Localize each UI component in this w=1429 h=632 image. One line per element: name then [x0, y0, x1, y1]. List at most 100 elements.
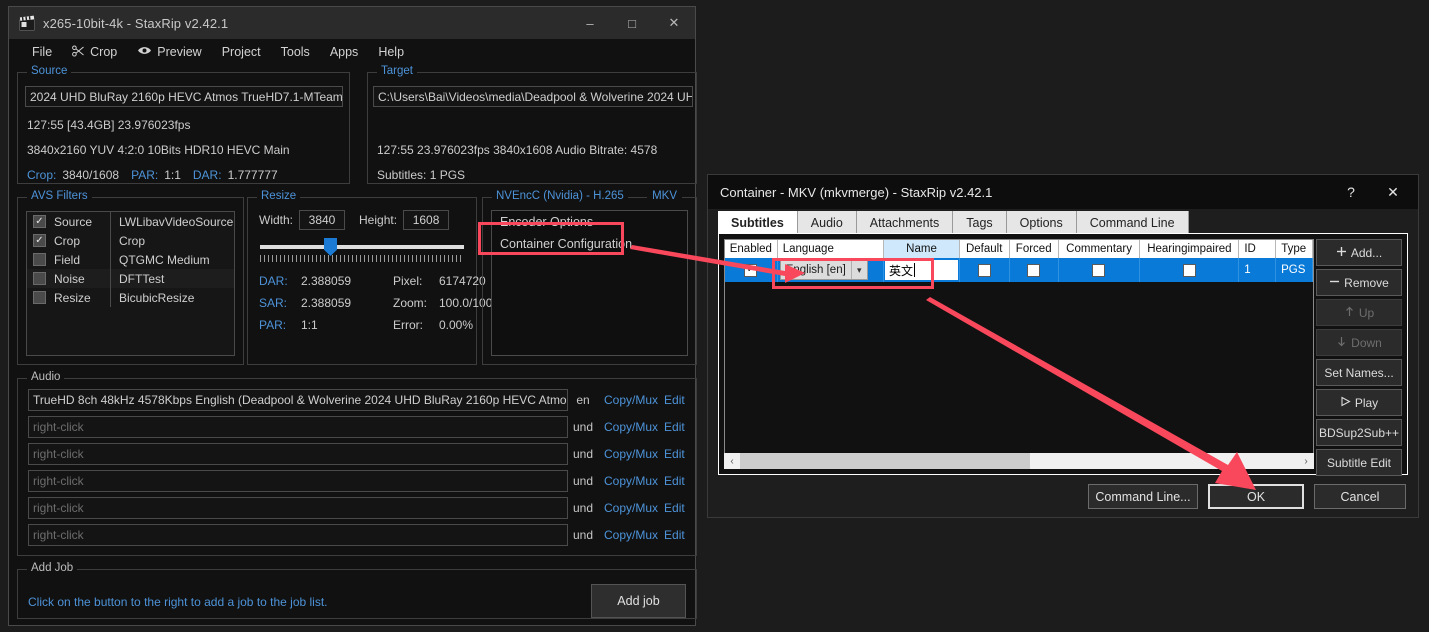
column-header-name[interactable]: Name: [884, 240, 959, 258]
resize-slider-thumb[interactable]: [324, 238, 337, 256]
cell-forced[interactable]: [1010, 258, 1059, 282]
audio-edit-link[interactable]: Edit: [664, 474, 685, 488]
avs-checkbox-noise[interactable]: [33, 272, 46, 285]
horizontal-scrollbar[interactable]: ‹ ›: [724, 453, 1314, 469]
audio-edit-link[interactable]: Edit: [664, 420, 685, 434]
close-button[interactable]: ✕: [653, 7, 695, 39]
avs-filter-row-source[interactable]: ✓ Source LWLibavVideoSource: [27, 212, 234, 231]
ok-button[interactable]: OK: [1208, 484, 1304, 509]
column-header-id[interactable]: ID: [1239, 240, 1276, 258]
cell-name[interactable]: 英文: [884, 258, 960, 282]
name-input[interactable]: 英文: [885, 260, 958, 280]
menu-item-tools[interactable]: Tools: [272, 42, 319, 62]
hearingimpaired-checkbox[interactable]: [1183, 264, 1196, 277]
command-line-button[interactable]: Command Line...: [1088, 484, 1198, 509]
column-header-type[interactable]: Type: [1276, 240, 1313, 258]
avs-filters-list[interactable]: ✓ Source LWLibavVideoSource ✓ Crop Crop …: [26, 211, 235, 356]
enabled-checkbox[interactable]: ✓: [744, 264, 757, 277]
menu-item-preview[interactable]: Preview: [128, 42, 210, 62]
audio-copymux-link[interactable]: Copy/Mux: [604, 501, 658, 515]
cell-enabled[interactable]: ✓: [725, 258, 778, 282]
audio-edit-link[interactable]: Edit: [664, 393, 685, 407]
tab-command-line[interactable]: Command Line: [1077, 211, 1189, 234]
table-row[interactable]: ✓ English [en] ▾ 英文: [725, 258, 1313, 282]
audio-track-field[interactable]: right-click: [28, 524, 568, 546]
menu-item-help[interactable]: Help: [369, 42, 413, 62]
cell-language[interactable]: English [en] ▾: [778, 258, 884, 282]
up-button[interactable]: Up: [1316, 299, 1402, 326]
height-input[interactable]: 1608: [403, 210, 449, 230]
width-input[interactable]: 3840: [299, 210, 345, 230]
audio-edit-link[interactable]: Edit: [664, 447, 685, 461]
commentary-checkbox[interactable]: [1092, 264, 1105, 277]
column-header-default[interactable]: Default: [960, 240, 1010, 258]
cell-commentary[interactable]: [1059, 258, 1141, 282]
encoder-options-list[interactable]: Encoder Options Container Configuration: [491, 210, 688, 356]
column-header-forced[interactable]: Forced: [1010, 240, 1059, 258]
add-button[interactable]: Add...: [1316, 239, 1402, 266]
set-names-button[interactable]: Set Names...: [1316, 359, 1402, 386]
subtitle-edit-button[interactable]: Subtitle Edit: [1316, 449, 1402, 476]
tab-subtitles[interactable]: Subtitles: [718, 211, 798, 234]
tab-tags[interactable]: Tags: [953, 211, 1006, 234]
avs-filter-row-field[interactable]: Field QTGMC Medium: [27, 250, 234, 269]
bdsup2sub-button[interactable]: BDSup2Sub++: [1316, 419, 1402, 446]
column-header-language[interactable]: Language: [778, 240, 885, 258]
cell-type[interactable]: PGS: [1276, 258, 1313, 282]
remove-button[interactable]: Remove: [1316, 269, 1402, 296]
add-job-button[interactable]: Add job: [591, 584, 686, 618]
subtitles-grid[interactable]: Enabled Language Name Default Forced Com…: [724, 239, 1314, 469]
audio-edit-link[interactable]: Edit: [664, 528, 685, 542]
audio-copymux-link[interactable]: Copy/Mux: [604, 447, 658, 461]
dialog-close-button[interactable]: ✕: [1372, 175, 1414, 209]
tab-attachments[interactable]: Attachments: [857, 211, 953, 234]
audio-track-field[interactable]: TrueHD 8ch 48kHz 4578Kbps English (Deadp…: [28, 389, 568, 411]
help-button[interactable]: ?: [1330, 175, 1372, 209]
target-path-field[interactable]: C:\Users\Bai\Videos\media\Deadpool & Wol…: [373, 86, 693, 107]
avs-filter-row-noise[interactable]: Noise DFTTest: [27, 269, 234, 288]
audio-track-field[interactable]: right-click: [28, 416, 568, 438]
audio-track-field[interactable]: right-click: [28, 443, 568, 465]
maximize-button[interactable]: □: [611, 7, 653, 39]
audio-copymux-link[interactable]: Copy/Mux: [604, 393, 658, 407]
audio-copymux-link[interactable]: Copy/Mux: [604, 420, 658, 434]
audio-track-field[interactable]: right-click: [28, 497, 568, 519]
cell-id[interactable]: 1: [1239, 258, 1276, 282]
source-file-field[interactable]: 2024 UHD BluRay 2160p HEVC Atmos TrueHD7…: [25, 86, 343, 107]
cancel-button[interactable]: Cancel: [1314, 484, 1406, 509]
column-header-hearingimpaired[interactable]: Hearingimpaired: [1140, 240, 1239, 258]
column-header-enabled[interactable]: Enabled: [725, 240, 778, 258]
encoder-options-item[interactable]: Encoder Options: [492, 211, 687, 233]
minimize-button[interactable]: –: [569, 7, 611, 39]
avs-filter-row-crop[interactable]: ✓ Crop Crop: [27, 231, 234, 250]
cell-default[interactable]: [960, 258, 1010, 282]
audio-track-field[interactable]: right-click: [28, 470, 568, 492]
tab-audio[interactable]: Audio: [798, 211, 857, 234]
forced-checkbox[interactable]: [1027, 264, 1040, 277]
avs-checkbox-field[interactable]: [33, 253, 46, 266]
column-header-commentary[interactable]: Commentary: [1059, 240, 1141, 258]
audio-edit-link[interactable]: Edit: [664, 501, 685, 515]
menu-item-crop[interactable]: Crop: [63, 42, 126, 63]
resize-slider-track[interactable]: [260, 245, 464, 249]
default-checkbox[interactable]: [978, 264, 991, 277]
tab-options[interactable]: Options: [1007, 211, 1077, 234]
menu-item-project[interactable]: Project: [213, 42, 270, 62]
avs-checkbox-resize[interactable]: [33, 291, 46, 304]
play-button[interactable]: Play: [1316, 389, 1402, 416]
cell-hearingimpaired[interactable]: [1140, 258, 1239, 282]
avs-checkbox-source[interactable]: ✓: [33, 215, 46, 228]
menu-item-apps[interactable]: Apps: [321, 42, 368, 62]
audio-copymux-link[interactable]: Copy/Mux: [604, 528, 658, 542]
menu-item-file[interactable]: File: [23, 42, 61, 62]
down-button[interactable]: Down: [1316, 329, 1402, 356]
audio-copymux-link[interactable]: Copy/Mux: [604, 474, 658, 488]
container-configuration-item[interactable]: Container Configuration: [492, 233, 687, 255]
avs-checkbox-crop[interactable]: ✓: [33, 234, 46, 247]
chevron-down-icon[interactable]: ▾: [851, 261, 867, 279]
language-combobox[interactable]: English [en] ▾: [780, 260, 868, 280]
scroll-left-arrow-icon[interactable]: ‹: [724, 453, 740, 469]
avs-filter-row-resize[interactable]: Resize BicubicResize: [27, 288, 234, 307]
scroll-right-arrow-icon[interactable]: ›: [1298, 453, 1314, 469]
scrollbar-thumb[interactable]: [740, 453, 1030, 469]
